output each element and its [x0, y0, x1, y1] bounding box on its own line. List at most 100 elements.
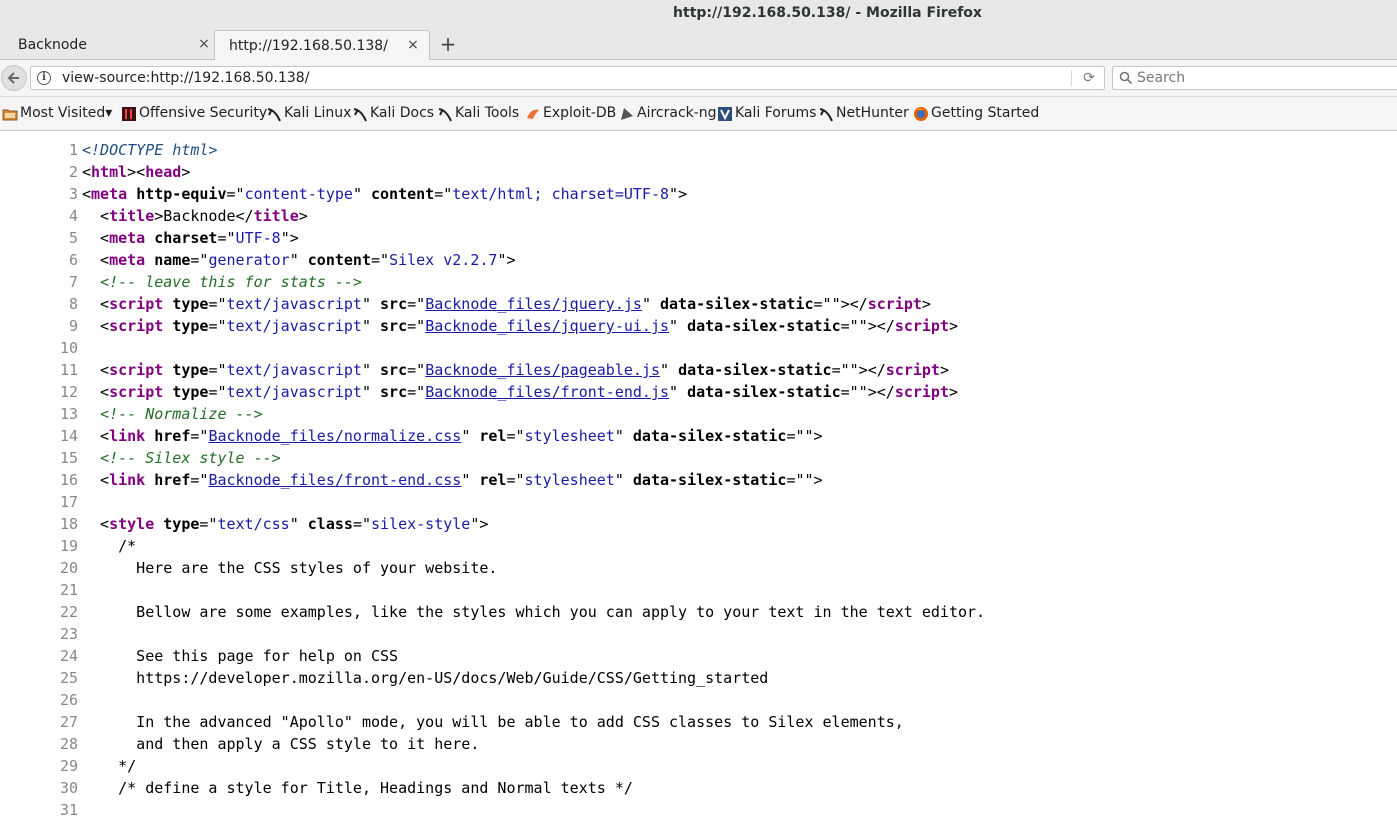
- line-number: 27: [59, 713, 78, 731]
- source-code: <!-- leave this for stats -->: [82, 273, 362, 291]
- source-token: [163, 317, 172, 335]
- line-number: 19: [59, 537, 78, 555]
- source-token: <: [82, 251, 110, 269]
- url-bar[interactable]: i view-source:http://192.168.50.138/ ⟳: [30, 66, 1105, 90]
- source-token: Silex v2.2.7: [389, 251, 498, 269]
- line-number: 12: [59, 383, 78, 401]
- close-tab-icon[interactable]: ×: [405, 37, 421, 53]
- source-token: [154, 515, 163, 533]
- source-token: stylesheet: [524, 471, 615, 489]
- source-token: data-silex-static: [632, 471, 787, 489]
- line-number: 4: [68, 207, 78, 225]
- source-token: and then apply a CSS style to it here.: [82, 735, 480, 753]
- kali-dragon-icon: [267, 108, 281, 122]
- source-token: =": [407, 317, 426, 335]
- source-token: ": [361, 361, 381, 379]
- line-number: 2: [68, 163, 78, 181]
- line-number: 15: [59, 449, 78, 467]
- source-token: [145, 229, 154, 247]
- line-number: 5: [68, 229, 78, 247]
- bookmark-label: Kali Linux: [284, 105, 352, 121]
- source-code: /*: [82, 537, 136, 555]
- source-token: <: [82, 295, 110, 313]
- folder-icon: [2, 109, 18, 121]
- line-number: 28: [59, 735, 78, 753]
- source-token: <: [82, 317, 110, 335]
- source-token: >: [181, 163, 191, 181]
- source-code: <style type="text/css" class="silex-styl…: [82, 515, 488, 533]
- source-token: [127, 185, 136, 203]
- search-input[interactable]: [1137, 69, 1387, 87]
- source-token: http-equiv: [136, 185, 227, 203]
- source-token: ">: [497, 251, 516, 269]
- source-token: <: [82, 185, 92, 203]
- kali-dragon-icon: [438, 108, 452, 122]
- source-token: src: [380, 383, 408, 401]
- tab-backnode[interactable]: Backnode ×: [0, 30, 214, 60]
- line-number: 17: [59, 493, 78, 511]
- line-number: 18: [59, 515, 78, 533]
- bookmarks-toolbar: Most Visited▾ Offensive Security Kali Li…: [0, 97, 1397, 131]
- source-token: =": [208, 361, 227, 379]
- source-token: type: [172, 295, 209, 313]
- search-bar[interactable]: [1112, 66, 1397, 90]
- source-code: <meta http-equiv="content-type" content=…: [82, 185, 687, 203]
- source-token: Here are the CSS styles of your website.: [82, 559, 498, 577]
- source-token: Bellow are some examples, like the style…: [82, 603, 986, 621]
- source-token: <: [82, 163, 92, 181]
- source-code: https://developer.mozilla.org/en-US/docs…: [82, 669, 768, 687]
- source-token: text/css: [217, 515, 290, 533]
- source-link[interactable]: Backnode_files/pageable.js: [425, 361, 660, 379]
- source-link[interactable]: Backnode_files/normalize.css: [208, 427, 461, 445]
- source-token: ": [361, 383, 381, 401]
- back-arrow-icon: [7, 72, 19, 84]
- close-tab-icon[interactable]: ×: [196, 36, 212, 52]
- source-token: data-silex-static: [687, 383, 841, 401]
- source-token: text/javascript: [226, 317, 362, 335]
- line-number: 24: [59, 647, 78, 665]
- source-token: >: [939, 361, 949, 379]
- site-info-icon[interactable]: i: [37, 71, 51, 85]
- source-token: [145, 427, 154, 445]
- line-number: 29: [59, 757, 78, 775]
- source-code: <script type="text/javascript" src="Back…: [82, 361, 949, 379]
- back-button[interactable]: [1, 65, 27, 91]
- url-divider: [1071, 70, 1072, 86]
- bookmark-label: Kali Tools: [455, 105, 520, 121]
- source-token: script: [894, 383, 949, 401]
- source-token: title: [109, 207, 155, 225]
- source-link[interactable]: Backnode_files/front-end.js: [425, 383, 669, 401]
- source-token: =""></: [840, 383, 895, 401]
- source-code: See this page for help on CSS: [82, 647, 398, 665]
- source-token: <!-- Normalize -->: [100, 405, 263, 423]
- url-text[interactable]: view-source:http://192.168.50.138/: [62, 70, 309, 86]
- source-token: generator: [208, 251, 290, 269]
- tab-current-page[interactable]: http://192.168.50.138/ ×: [214, 30, 430, 61]
- source-code: <meta name="generator" content="Silex v2…: [82, 251, 516, 269]
- source-link[interactable]: Backnode_files/front-end.css: [208, 471, 461, 489]
- source-code: /* define a style for Title, Headings an…: [82, 779, 633, 797]
- source-token: type: [172, 383, 209, 401]
- source-token: meta: [91, 185, 128, 203]
- source-token: >: [949, 383, 959, 401]
- source-token: =": [190, 471, 209, 489]
- source-token: ><: [127, 163, 146, 181]
- source-token: =": [506, 427, 525, 445]
- source-token: src: [380, 361, 408, 379]
- source-token: ": [361, 295, 381, 313]
- line-number: 14: [59, 427, 78, 445]
- source-link[interactable]: Backnode_files/jquery.js: [425, 295, 642, 313]
- source-link[interactable]: Backnode_files/jquery-ui.js: [425, 317, 669, 335]
- new-tab-button[interactable]: +: [438, 34, 458, 55]
- source-token: link: [109, 471, 146, 489]
- reload-icon[interactable]: ⟳: [1081, 70, 1097, 86]
- source-token: In the advanced "Apollo" mode, you will …: [82, 713, 904, 731]
- source-token: ": [461, 471, 480, 489]
- source-token: <: [82, 515, 110, 533]
- source-code: <script type="text/javascript" src="Back…: [82, 295, 931, 313]
- source-token: ": [461, 427, 480, 445]
- bookmark-label: Exploit-DB: [543, 105, 617, 121]
- source-token: <!-- Silex style -->: [100, 449, 281, 467]
- source-token: =": [190, 251, 209, 269]
- tab-label: Backnode: [18, 37, 87, 53]
